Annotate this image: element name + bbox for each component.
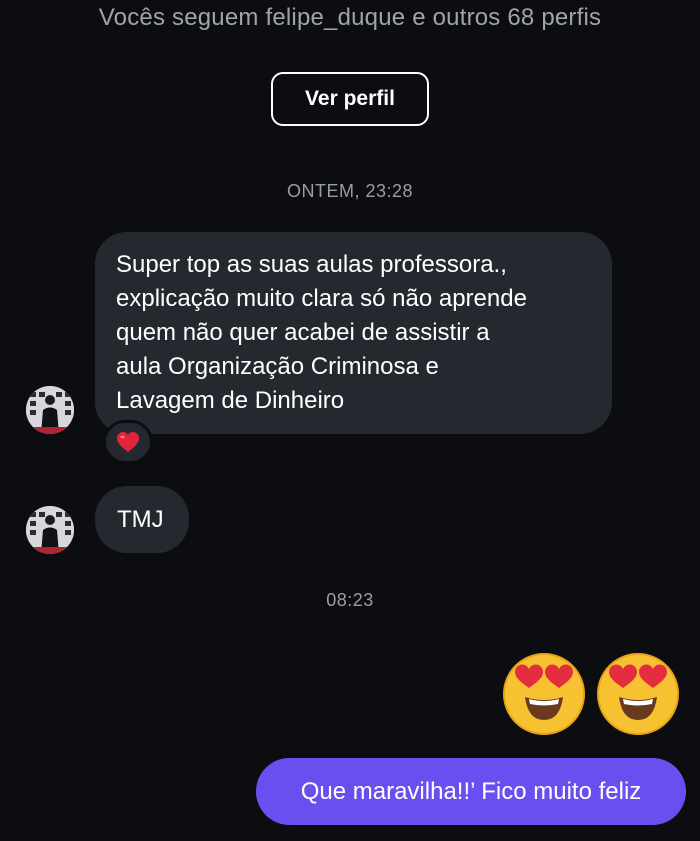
- message-line: Lavagem de Dinheiro: [116, 387, 345, 414]
- heart-eyes-emoji[interactable]: [596, 652, 680, 736]
- message-line: Super top as suas aulas professora.,: [116, 251, 507, 278]
- outgoing-message[interactable]: Que maravilha!!’ Fico muito feliz: [256, 758, 686, 825]
- message-line: explicação muito clara só não aprende: [116, 285, 527, 312]
- incoming-message[interactable]: TMJ: [95, 486, 189, 553]
- timestamp: ONTEM, 23:28: [286, 181, 414, 201]
- mutual-followers-text: Vocês seguem felipe_duque e outros 68 pe…: [98, 4, 602, 31]
- avatar[interactable]: [26, 506, 74, 554]
- heart-icon: [117, 432, 139, 452]
- avatar[interactable]: [26, 386, 74, 434]
- timestamp: 08:23: [326, 590, 374, 610]
- message-line: quem não quer acabei de assistir a: [116, 319, 490, 346]
- heart-eyes-emoji[interactable]: [502, 652, 586, 736]
- view-profile-button[interactable]: Ver perfil: [271, 72, 429, 126]
- reaction-badge[interactable]: [103, 420, 153, 464]
- incoming-message[interactable]: Super top as suas aulas professora., exp…: [95, 232, 612, 434]
- message-line: aula Organização Criminosa e: [116, 353, 439, 380]
